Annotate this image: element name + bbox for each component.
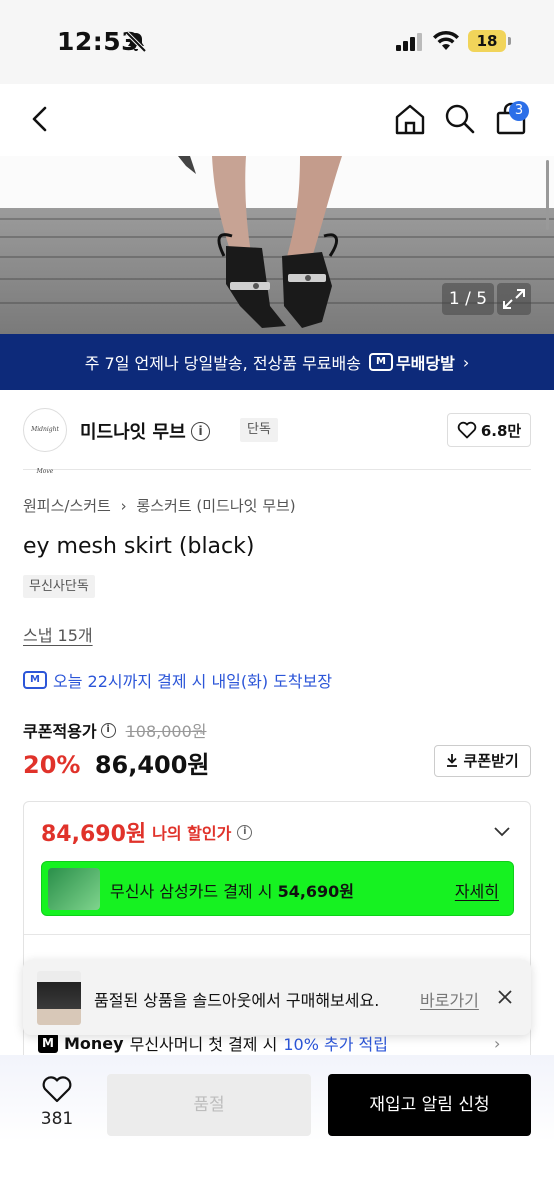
free-delivery-label: 무배당발	[395, 354, 455, 373]
store-exclusive-tag: 무신사단독	[23, 575, 95, 598]
breadcrumb-category[interactable]: 원피스/스커트	[23, 497, 111, 515]
scroll-indicator[interactable]	[546, 160, 549, 230]
chevron-down-icon[interactable]	[494, 826, 510, 838]
card-benefit-banner[interactable]: 무신사 삼성카드 결제 시 54,690원 자세히	[41, 861, 514, 916]
card-benefit-detail-link[interactable]: 자세히	[455, 878, 499, 902]
top-nav-bar	[0, 84, 554, 156]
download-icon	[447, 754, 458, 767]
get-coupon-button[interactable]: 쿠폰받기	[434, 745, 531, 777]
samsung-card-image	[48, 868, 100, 910]
delivery-truck-icon: M	[23, 671, 47, 689]
bell-muted-icon	[125, 31, 147, 53]
search-icon[interactable]	[443, 102, 477, 136]
product-title: ey mesh skirt (black)	[23, 534, 255, 559]
wifi-icon	[433, 30, 459, 50]
heart-outline-icon	[457, 421, 477, 439]
card-benefit-text: 무신사 삼성카드 결제 시 54,690원	[110, 878, 354, 902]
brand-logo[interactable]: Midnight Move	[23, 408, 67, 475]
card-benefit-label: 무신사 삼성카드 결제 시	[110, 882, 273, 901]
soldout-toast: 품절된 상품을 솔드아웃에서 구매해보세요. 바로가기	[23, 960, 531, 1035]
my-discount-header[interactable]: 84,690원 나의 할인가 i	[41, 816, 253, 848]
breadcrumb-subcategory[interactable]: 롱스커트 (미드나잇 무브)	[136, 497, 295, 515]
free-delivery-tag: M 무배당발	[368, 350, 455, 374]
expand-image-button[interactable]	[497, 283, 531, 315]
chevron-right-icon: ›	[462, 352, 470, 372]
product-like-button[interactable]	[38, 1075, 76, 1107]
discount-percent: 20%	[23, 751, 81, 779]
brand-like-button[interactable]: 6.8만	[447, 413, 531, 447]
sale-price: 86,400원	[94, 751, 210, 779]
close-icon[interactable]	[497, 989, 513, 1005]
original-price: 108,000원	[125, 722, 207, 741]
brand-name[interactable]: 미드나잇 무브	[80, 418, 186, 444]
heart-outline-icon	[42, 1076, 72, 1103]
delivery-promo-banner[interactable]: 주 7일 언제나 당일발송, 전상품 무료배송 M 무배당발 ›	[0, 334, 554, 390]
brand-row: Midnight Move 미드나잇 무브 i 단독 6.8만	[23, 400, 531, 475]
discount-info-icon[interactable]: i	[237, 824, 253, 840]
breadcrumb-separator: ›	[120, 497, 127, 515]
snap-count-link[interactable]: 스냅 15개	[23, 622, 93, 646]
chevron-right-icon: ›	[493, 1033, 501, 1053]
brand-info-icon[interactable]: i	[191, 422, 210, 441]
sale-price-row: 20% 86,400원	[23, 745, 210, 780]
delivery-guarantee[interactable]: M 오늘 22시까지 결제 시 내일(화) 도착보장	[23, 668, 332, 692]
cart-count-badge: 3	[509, 101, 529, 121]
battery-tip	[508, 37, 511, 45]
my-discount-label: 나의 할인가	[152, 824, 232, 843]
battery-level: 18	[468, 30, 506, 52]
promo-text: 주 7일 언제나 당일발송, 전상품 무료배송	[84, 354, 361, 373]
card-benefit-amount: 54,690원	[277, 882, 355, 901]
coupon-price-label-row: 쿠폰적용가 i 108,000원	[23, 718, 207, 742]
get-coupon-label: 쿠폰받기	[463, 752, 519, 770]
toast-go-link[interactable]: 바로가기	[420, 987, 479, 1011]
toast-product-thumbnail	[37, 971, 81, 1025]
cellular-signal-icon	[396, 33, 422, 51]
musinsa-money-logo: M	[38, 1033, 58, 1053]
price-info-icon[interactable]: i	[100, 722, 116, 738]
breadcrumb: 원피스/스커트 › 롱스커트 (미드나잇 무브)	[23, 495, 296, 516]
restock-alert-button[interactable]: 재입고 알림 신청	[328, 1074, 531, 1136]
divider	[24, 934, 530, 935]
musinsa-money-brand: Money	[64, 1033, 124, 1053]
bottom-action-bar: 381 품절 재입고 알림 신청	[0, 1055, 554, 1200]
my-discount-price: 84,690원	[41, 822, 147, 847]
image-counter: 1 / 5	[442, 283, 494, 315]
soldout-button: 품절	[107, 1074, 311, 1136]
delivery-truck-icon: M	[368, 353, 393, 371]
product-like-count: 381	[40, 1109, 74, 1129]
expand-arrows-icon	[503, 289, 525, 309]
toast-message: 품절된 상품을 솔드아웃에서 구매해보세요.	[94, 991, 380, 1010]
exclusive-tag: 단독	[240, 418, 278, 442]
coupon-price-label: 쿠폰적용가	[23, 722, 97, 741]
brand-like-count: 6.8만	[480, 421, 522, 440]
delivery-guarantee-text: 오늘 22시까지 결제 시 내일(화) 도착보장	[53, 672, 333, 691]
home-icon[interactable]	[393, 102, 427, 136]
back-arrow-icon[interactable]	[23, 102, 57, 136]
status-bar: 12:53 18	[0, 0, 554, 84]
